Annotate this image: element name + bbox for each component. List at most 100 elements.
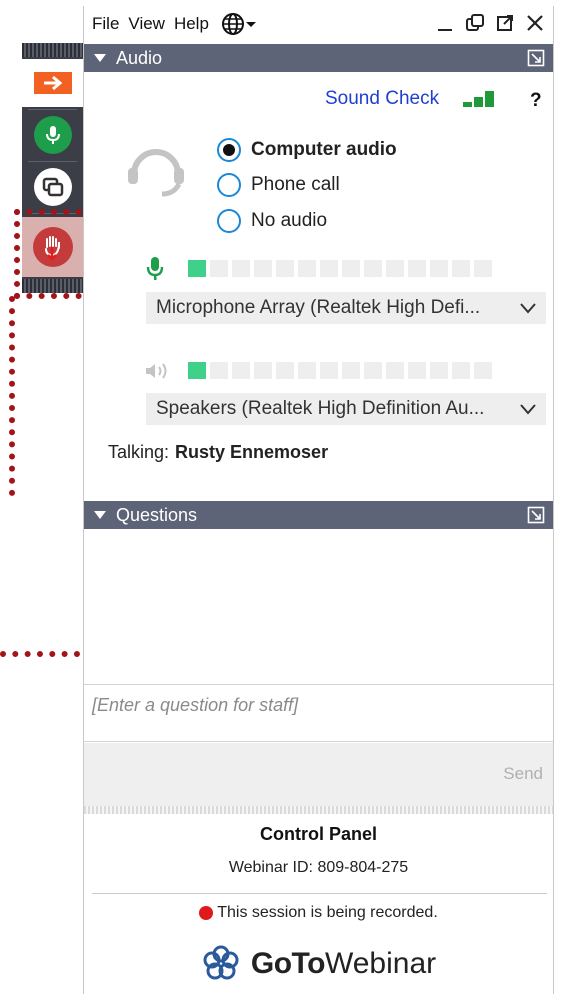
meter-segment bbox=[276, 362, 294, 379]
radio-no-audio[interactable]: No audio bbox=[217, 209, 327, 233]
speaker-level-meter bbox=[188, 362, 492, 379]
menu-help[interactable]: Help bbox=[174, 14, 209, 34]
minimize-button[interactable] bbox=[435, 12, 455, 34]
headset-icon bbox=[128, 149, 184, 197]
signal-strength-icon bbox=[463, 91, 494, 107]
minimize-icon bbox=[438, 29, 452, 31]
brand-goto: GoTo bbox=[250, 947, 326, 980]
meter-segment bbox=[254, 362, 272, 379]
popout-icon bbox=[466, 14, 484, 31]
menu-view[interactable]: View bbox=[128, 14, 165, 34]
meter-segment bbox=[298, 362, 316, 379]
popout-icon[interactable] bbox=[527, 506, 545, 524]
microphone-level-meter bbox=[188, 260, 492, 277]
meter-segment bbox=[452, 260, 470, 277]
radio-label: Computer audio bbox=[251, 139, 397, 160]
meter-segment bbox=[210, 260, 228, 277]
maximize-icon bbox=[497, 15, 513, 31]
meter-segment bbox=[386, 260, 404, 277]
radio-computer-audio[interactable]: Computer audio bbox=[217, 138, 397, 162]
microphone-select[interactable]: Microphone Array (Realtek High Defi... bbox=[146, 292, 546, 324]
microphone-select-value: Microphone Array (Realtek High Defi... bbox=[156, 297, 481, 318]
caret-down-icon bbox=[245, 22, 256, 27]
questions-section-header[interactable]: Questions bbox=[84, 501, 553, 529]
meter-segment bbox=[364, 260, 382, 277]
microphone-icon bbox=[146, 257, 164, 280]
radio-button-selected[interactable] bbox=[217, 138, 241, 162]
close-button[interactable] bbox=[525, 12, 545, 34]
meter-segment bbox=[430, 362, 448, 379]
meter-segment bbox=[188, 362, 206, 379]
meter-segment bbox=[364, 362, 382, 379]
menu-file[interactable]: File bbox=[92, 14, 119, 34]
radio-button[interactable] bbox=[217, 209, 241, 233]
gotowebinar-flower-icon bbox=[203, 945, 239, 980]
meter-segment bbox=[452, 362, 470, 379]
footer-divider bbox=[92, 893, 547, 894]
meter-segment bbox=[408, 260, 426, 277]
meter-segment bbox=[276, 260, 294, 277]
toolbar-grab-handle-top[interactable] bbox=[22, 43, 83, 57]
control-panel-title: Control Panel bbox=[259, 824, 377, 844]
questions-section-title: Questions bbox=[116, 504, 198, 525]
question-input[interactable]: [Enter a question for staff] bbox=[84, 684, 553, 742]
meter-segment bbox=[188, 260, 206, 277]
globe-icon bbox=[221, 13, 244, 35]
chevron-down-icon bbox=[520, 303, 536, 314]
meter-segment bbox=[254, 260, 272, 277]
popout-icon[interactable] bbox=[527, 49, 545, 67]
language-menu[interactable] bbox=[221, 12, 257, 36]
send-button[interactable]: Send bbox=[503, 760, 543, 788]
recording-dot-icon bbox=[199, 906, 214, 920]
meter-segment bbox=[342, 260, 360, 277]
arrow-right-icon bbox=[33, 72, 72, 94]
meter-segment bbox=[408, 362, 426, 379]
screen-share-icon bbox=[33, 168, 72, 206]
speaker-icon bbox=[146, 363, 167, 379]
radio-button[interactable] bbox=[217, 173, 241, 197]
question-compose-area[interactable]: Send bbox=[84, 743, 553, 811]
meter-segment bbox=[474, 362, 492, 379]
meter-segment bbox=[386, 362, 404, 379]
talking-name: Rusty Ennemoser bbox=[175, 442, 329, 462]
speaker-select-value: Speakers (Realtek High Definition Au... bbox=[156, 398, 485, 419]
annotation-connector-vertical bbox=[9, 296, 15, 496]
audio-help-button[interactable]: ? bbox=[530, 90, 542, 112]
recording-notice: This session is being recorded. bbox=[84, 904, 553, 922]
toolbar-screen-share-button[interactable] bbox=[22, 163, 83, 211]
chevron-down-icon bbox=[520, 404, 536, 415]
talking-label: Talking: bbox=[108, 442, 170, 462]
radio-label: Phone call bbox=[251, 174, 340, 195]
sound-check-link[interactable]: Sound Check bbox=[325, 88, 439, 110]
radio-label: No audio bbox=[251, 210, 328, 231]
annotation-highlight-box bbox=[14, 209, 94, 299]
meter-segment bbox=[342, 362, 360, 379]
meter-segment bbox=[232, 362, 250, 379]
meter-segment bbox=[210, 362, 228, 379]
meter-segment bbox=[474, 260, 492, 277]
gotowebinar-logo: GoTo Webinar bbox=[84, 944, 553, 984]
brand-webinar: Webinar bbox=[324, 947, 437, 980]
question-input-placeholder: [Enter a question for staff] bbox=[92, 695, 299, 715]
collapse-triangle-icon bbox=[94, 54, 106, 62]
menu-bar: File View Help bbox=[84, 6, 553, 42]
annotation-connector-horizontal bbox=[0, 651, 80, 657]
speaker-select[interactable]: Speakers (Realtek High Definition Au... bbox=[146, 393, 546, 425]
resize-grip[interactable] bbox=[84, 806, 553, 814]
microphone-icon bbox=[33, 116, 72, 154]
meter-segment bbox=[320, 362, 338, 379]
toolbar-collapse-button[interactable] bbox=[22, 59, 83, 107]
control-panel-window: File View Help Audio Sound Check ? Compu… bbox=[83, 6, 554, 994]
meter-segment bbox=[232, 260, 250, 277]
popout-button[interactable] bbox=[465, 12, 485, 34]
webinar-id: Webinar ID: 809-804-275 bbox=[228, 859, 409, 876]
questions-log[interactable] bbox=[84, 530, 553, 684]
meter-segment bbox=[320, 260, 338, 277]
maximize-button[interactable] bbox=[495, 12, 515, 34]
close-icon bbox=[527, 15, 543, 31]
recording-text: This session is being recorded. bbox=[217, 904, 438, 921]
toolbar-microphone-button[interactable] bbox=[22, 111, 83, 159]
radio-phone-call[interactable]: Phone call bbox=[217, 173, 340, 197]
audio-section-header[interactable]: Audio bbox=[84, 44, 553, 72]
meter-segment bbox=[298, 260, 316, 277]
